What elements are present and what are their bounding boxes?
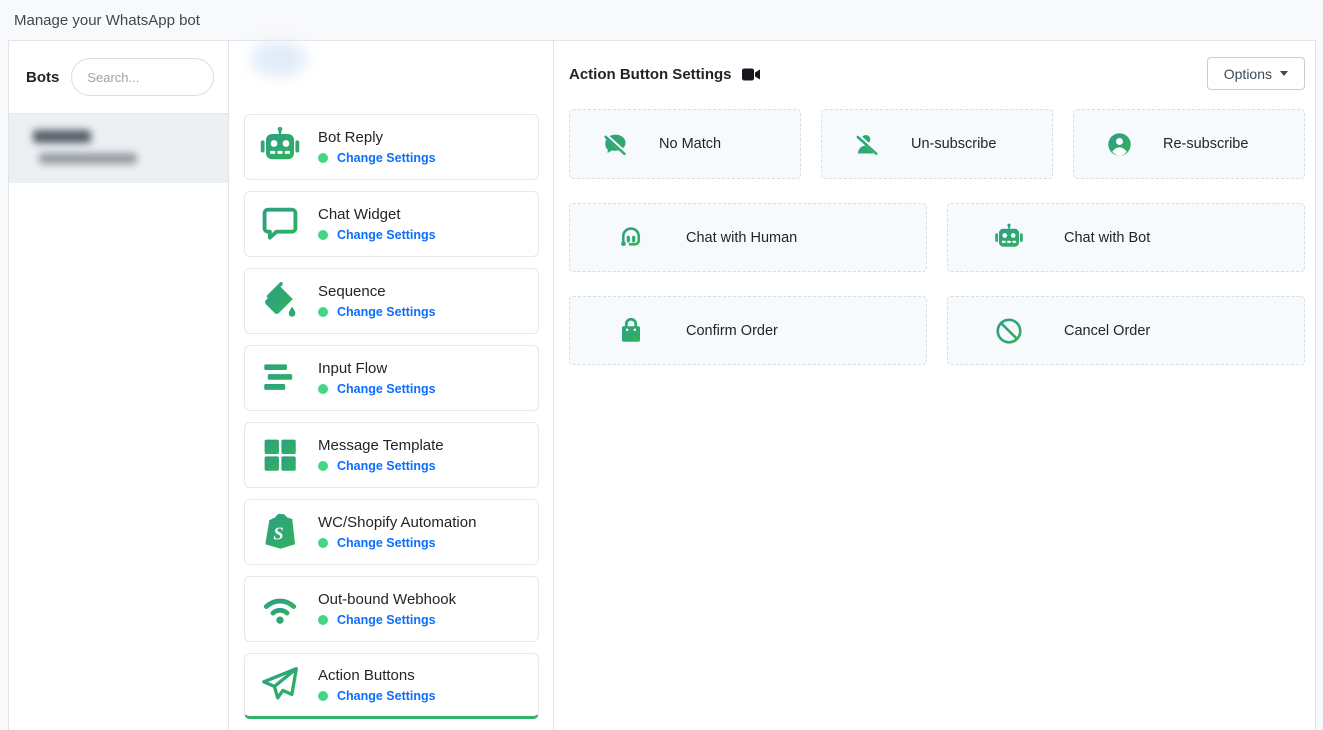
status-dot [318,153,328,163]
status-dot [318,384,328,394]
action-label: Chat with Bot [1064,230,1150,246]
wifi-icon [258,587,302,631]
change-settings-link[interactable]: Change Settings [337,459,436,473]
robot-icon [994,223,1024,253]
settings-card-sequence[interactable]: Sequence Change Settings [244,268,539,334]
settings-card-webhook[interactable]: Out-bound Webhook Change Settings [244,576,539,642]
grid-icon [258,433,302,477]
change-settings-link[interactable]: Change Settings [337,305,436,319]
card-title: Sequence [318,283,436,300]
card-title: Input Flow [318,360,436,377]
card-title: Chat Widget [318,206,436,223]
settings-card-action-buttons[interactable]: Action Buttons Change Settings [244,653,539,719]
status-dot [318,307,328,317]
shopify-icon: S [258,510,302,554]
redacted-bot-name [33,130,91,143]
chevron-down-icon [1280,71,1288,76]
redacted-avatar-blob [251,41,307,77]
settings-card-chat-widget[interactable]: Chat Widget Change Settings [244,191,539,257]
action-card-chat-with-human[interactable]: Chat with Human [569,203,927,272]
options-label: Options [1224,66,1272,82]
action-card-no-match[interactable]: No Match [569,109,801,179]
action-label: Un-subscribe [911,136,996,152]
headset-icon [616,223,646,253]
action-card-cancel-order[interactable]: Cancel Order [947,296,1305,365]
status-dot [318,691,328,701]
action-card-chat-with-bot[interactable]: Chat with Bot [947,203,1305,272]
chat-bubble-icon [258,202,302,246]
change-settings-link[interactable]: Change Settings [337,151,436,165]
paper-plane-icon [258,663,302,707]
change-settings-link[interactable]: Change Settings [337,228,436,242]
action-label: Confirm Order [686,323,778,339]
settings-card-bot-reply[interactable]: Bot Reply Change Settings [244,114,539,180]
settings-card-input-flow[interactable]: Input Flow Change Settings [244,345,539,411]
action-label: No Match [659,136,721,152]
svg-text:S: S [273,524,283,544]
top-bar: Manage your WhatsApp bot [0,0,1323,40]
card-title: WC/Shopify Automation [318,514,476,531]
robot-icon [258,125,302,169]
action-label: Re-subscribe [1163,136,1248,152]
chat-slash-icon [600,129,630,159]
page-title: Manage your WhatsApp bot [14,12,200,29]
sidebar-header: Bots [9,41,228,113]
slash-circle-icon [994,316,1024,346]
status-dot [318,230,328,240]
shopping-bag-icon [616,316,646,346]
status-dot [318,461,328,471]
change-settings-link[interactable]: Change Settings [337,613,436,627]
settings-card-list: Bot Reply Change Settings Chat Widget Ch… [229,41,554,730]
bots-sidebar: Bots [9,41,229,730]
action-card-unsubscribe[interactable]: Un-subscribe [821,109,1053,179]
action-label: Chat with Human [686,230,797,246]
action-card-resubscribe[interactable]: Re-subscribe [1073,109,1305,179]
settings-card-message-template[interactable]: Message Template Change Settings [244,422,539,488]
bars-icon [258,356,302,400]
paint-bucket-icon [258,279,302,323]
change-settings-link[interactable]: Change Settings [337,536,436,550]
bot-list-item-selected[interactable] [9,113,228,183]
person-circle-icon [1104,129,1134,159]
options-button[interactable]: Options [1207,57,1305,90]
panel-title: Action Button Settings [569,66,731,83]
card-title: Bot Reply [318,129,436,146]
change-settings-link[interactable]: Change Settings [337,382,436,396]
settings-card-shopify[interactable]: S WC/Shopify Automation Change Settings [244,499,539,565]
video-camera-icon[interactable] [742,68,761,81]
redacted-bot-phone [39,153,137,164]
main-panel: Bots Bot Reply [8,40,1316,730]
card-title: Message Template [318,437,444,454]
status-dot [318,538,328,548]
action-button-settings-panel: Action Button Settings Options [554,41,1319,730]
change-settings-link[interactable]: Change Settings [337,689,436,703]
person-slash-icon [852,129,882,159]
action-card-confirm-order[interactable]: Confirm Order [569,296,927,365]
bots-title: Bots [26,69,59,86]
status-dot [318,615,328,625]
search-input[interactable] [71,58,214,96]
card-title: Action Buttons [318,667,436,684]
action-label: Cancel Order [1064,323,1150,339]
card-title: Out-bound Webhook [318,591,456,608]
